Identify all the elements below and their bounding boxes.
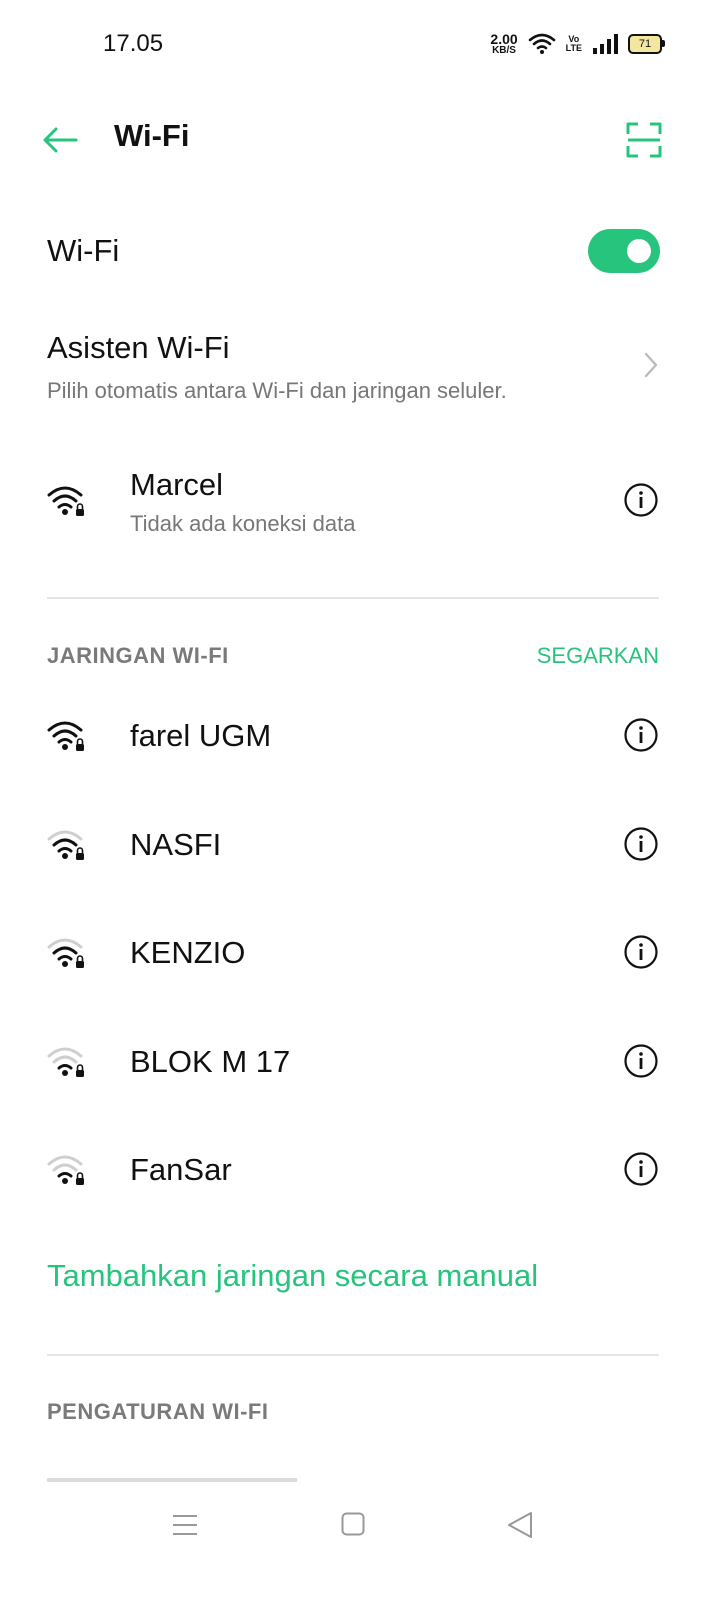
network-speed-value: 2.00: [490, 31, 518, 47]
network-name: FanSar: [130, 1152, 232, 1187]
back-arrow-icon[interactable]: [40, 120, 80, 160]
wifi-assistant-title: Asisten Wi-Fi: [47, 330, 230, 365]
wifi-status-icon: [528, 33, 555, 54]
wifi-lock-icon: [47, 938, 84, 968]
info-icon[interactable]: [624, 826, 658, 861]
connected-network-row[interactable]: Marcel Tidak ada koneksi data: [0, 455, 720, 555]
network-row[interactable]: farel UGM: [0, 680, 720, 789]
cell-signal-icon: [593, 34, 618, 54]
add-network-manually-link[interactable]: Tambahkan jaringan secara manual: [47, 1258, 538, 1294]
info-icon[interactable]: [624, 483, 658, 517]
navigation-bar: [0, 1490, 720, 1600]
wifi-toggle-switch[interactable]: [588, 229, 660, 273]
network-speed-unit: KB/S: [492, 45, 516, 56]
wifi-lock-icon: [47, 721, 84, 751]
network-name: KENZIO: [130, 935, 246, 970]
wifi-lock-icon: [47, 830, 84, 860]
menu-icon[interactable]: [172, 1513, 198, 1537]
divider: [47, 1354, 659, 1356]
network-row[interactable]: FanSar: [0, 1114, 720, 1223]
back-triangle-icon[interactable]: [506, 1511, 534, 1539]
info-icon[interactable]: [624, 935, 658, 969]
info-icon[interactable]: [624, 1152, 658, 1186]
connected-network-status: Tidak ada koneksi data: [130, 511, 356, 536]
network-row[interactable]: NASFI: [0, 789, 720, 898]
network-name: NASFI: [130, 826, 222, 862]
networks-section-label: JARINGAN WI-FI: [47, 643, 229, 668]
volte-icon: Vo LTE: [566, 35, 582, 53]
next-row-partial: [47, 1470, 659, 1482]
wifi-lock-icon: [47, 486, 84, 516]
network-speed: 2.00 KB/S: [490, 32, 517, 56]
wifi-toggle-label: Wi-Fi: [47, 233, 120, 268]
wifi-toggle-knob: [627, 239, 651, 263]
divider: [47, 597, 659, 599]
home-icon[interactable]: [341, 1512, 365, 1536]
wifi-lock-icon: [47, 1047, 84, 1077]
refresh-button[interactable]: SEGARKAN: [537, 643, 659, 669]
info-icon[interactable]: [624, 1043, 658, 1078]
wifi-assistant-subtitle: Pilih otomatis antara Wi-Fi dan jaringan…: [47, 378, 507, 403]
network-row[interactable]: KENZIO: [0, 897, 720, 1006]
next-row-placeholder: [47, 1470, 297, 1482]
status-time: 17.05: [103, 30, 164, 57]
settings-section-label: PENGATURAN WI-FI: [47, 1399, 269, 1424]
wifi-lock-icon: [47, 1155, 84, 1185]
chevron-right-icon: [644, 352, 658, 378]
network-name: farel UGM: [130, 718, 272, 753]
battery-icon: 71: [628, 34, 665, 54]
wifi-assistant-row[interactable]: Asisten Wi-Fi Pilih otomatis antara Wi-F…: [0, 320, 720, 420]
network-name: BLOK M 17: [130, 1043, 291, 1079]
status-icons: 2.00 KB/S Vo LTE 71: [490, 32, 665, 56]
connected-network-name: Marcel: [130, 467, 224, 502]
network-row[interactable]: BLOK M 17: [0, 1006, 720, 1115]
info-icon[interactable]: [624, 718, 658, 752]
page-title: Wi-Fi: [114, 118, 190, 153]
volte-bottom: LTE: [565, 43, 582, 53]
qr-scan-icon[interactable]: [626, 122, 662, 158]
